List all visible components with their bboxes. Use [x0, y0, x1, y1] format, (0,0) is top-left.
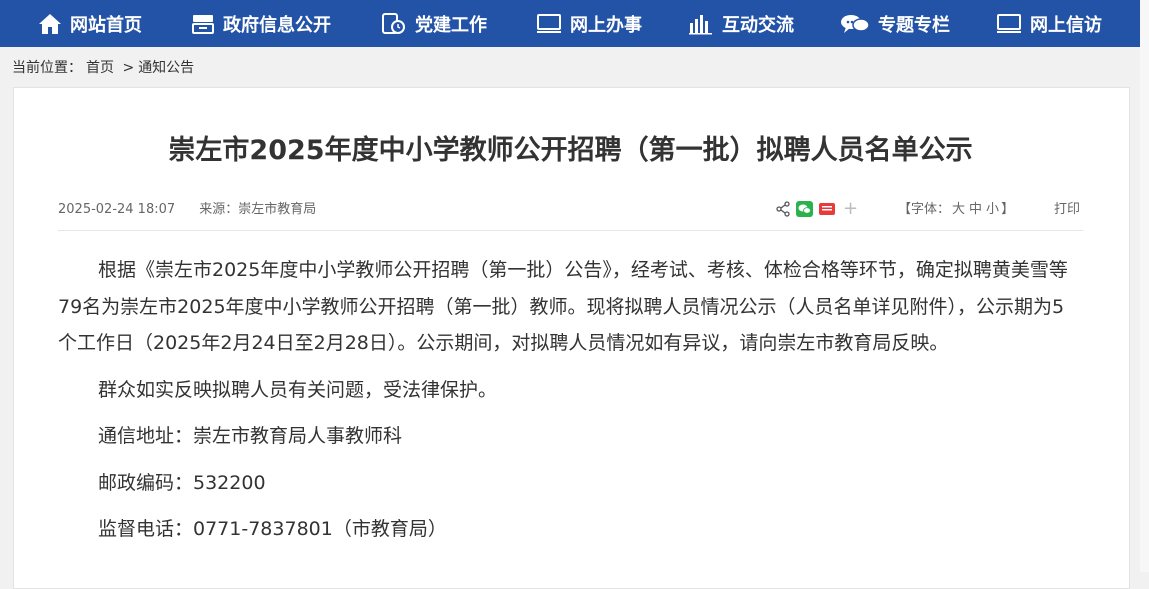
- nav-item-petition[interactable]: 网上信访: [996, 0, 1102, 47]
- nav-item-label: 网上办事: [570, 14, 642, 36]
- scrollbar[interactable]: [1140, 0, 1149, 572]
- font-size-close: 】: [1001, 202, 1015, 217]
- divider: [58, 230, 1083, 231]
- wechat-icon[interactable]: [796, 201, 813, 217]
- share-more-icon[interactable]: +: [843, 200, 858, 218]
- paragraph: 根据《崇左市2025年度中小学教师公开招聘（第一批）公告》，经考试、考核、体检合…: [58, 259, 1068, 354]
- article-title: 崇左市2025年度中小学教师公开招聘（第一批）拟聘人员名单公示: [168, 135, 973, 166]
- nav-item-label: 网站首页: [70, 14, 142, 36]
- chat-bubble-icon: [841, 14, 870, 33]
- nav-item-label: 互动交流: [722, 14, 794, 36]
- paragraph: 邮政编码：532200: [98, 471, 266, 494]
- paragraph: 群众如实反映拟聘人员有关问题，受法律保护。: [98, 378, 498, 401]
- breadcrumb-separator: >: [122, 60, 135, 76]
- nav-item-special-topics[interactable]: 专题专栏: [840, 0, 950, 47]
- nav-item-label: 网上信访: [1030, 14, 1102, 36]
- share-icon[interactable]: [776, 201, 790, 217]
- paragraph: 监督电话：0771-7837801（市教育局）: [98, 518, 447, 540]
- breadcrumb-home-link[interactable]: 首页: [86, 60, 114, 76]
- share-bar: +: [776, 200, 858, 218]
- publish-date: 2025-02-24 18:07: [58, 202, 176, 217]
- clock-document-icon: [382, 12, 405, 34]
- article-meta: 2025-02-24 18:07 来源：崇左市教育局: [58, 200, 316, 220]
- monitor-icon: [997, 13, 1021, 33]
- monitor-icon: [537, 13, 561, 33]
- toutiao-icon[interactable]: [819, 202, 835, 216]
- article-source: 来源：崇左市教育局: [199, 202, 317, 217]
- breadcrumb: 当前位置： 首页 > 通知公告: [12, 58, 194, 78]
- nav-item-gov-info[interactable]: 政府信息公开: [191, 0, 331, 47]
- nav-item-label: 政府信息公开: [223, 14, 331, 36]
- article-body: 根据《崇左市2025年度中小学教师公开招聘（第一批）公告》，经考试、考核、体检合…: [58, 252, 1073, 558]
- nav-item-party[interactable]: 党建工作: [381, 0, 487, 47]
- nav-item-home[interactable]: 网站首页: [38, 0, 142, 47]
- document-tray-icon: [192, 14, 214, 34]
- home-icon: [39, 13, 61, 34]
- nav-item-interaction[interactable]: 互动交流: [688, 0, 794, 47]
- paragraph: 通信地址：崇左市教育局人事教师科: [98, 425, 403, 447]
- font-size-selector: 【字体：大中小】: [898, 200, 1014, 220]
- nav-item-label: 党建工作: [415, 14, 487, 36]
- breadcrumb-prefix: 当前位置：: [12, 60, 82, 76]
- font-size-label: 【字体：: [898, 202, 951, 217]
- font-small-button[interactable]: 小: [986, 202, 999, 217]
- nav-item-label: 专题专栏: [878, 14, 950, 36]
- bar-chart-icon: [689, 14, 712, 34]
- font-medium-button[interactable]: 中: [969, 202, 982, 217]
- font-large-button[interactable]: 大: [952, 202, 965, 217]
- breadcrumb-current-link[interactable]: 通知公告: [138, 60, 194, 76]
- nav-item-online-service[interactable]: 网上办事: [536, 0, 642, 47]
- top-navigation: 网站首页 政府信息公开 党建工作 网上办事 互动交流 专题专栏 网上信访: [0, 0, 1140, 47]
- print-button[interactable]: 打印: [1054, 200, 1080, 220]
